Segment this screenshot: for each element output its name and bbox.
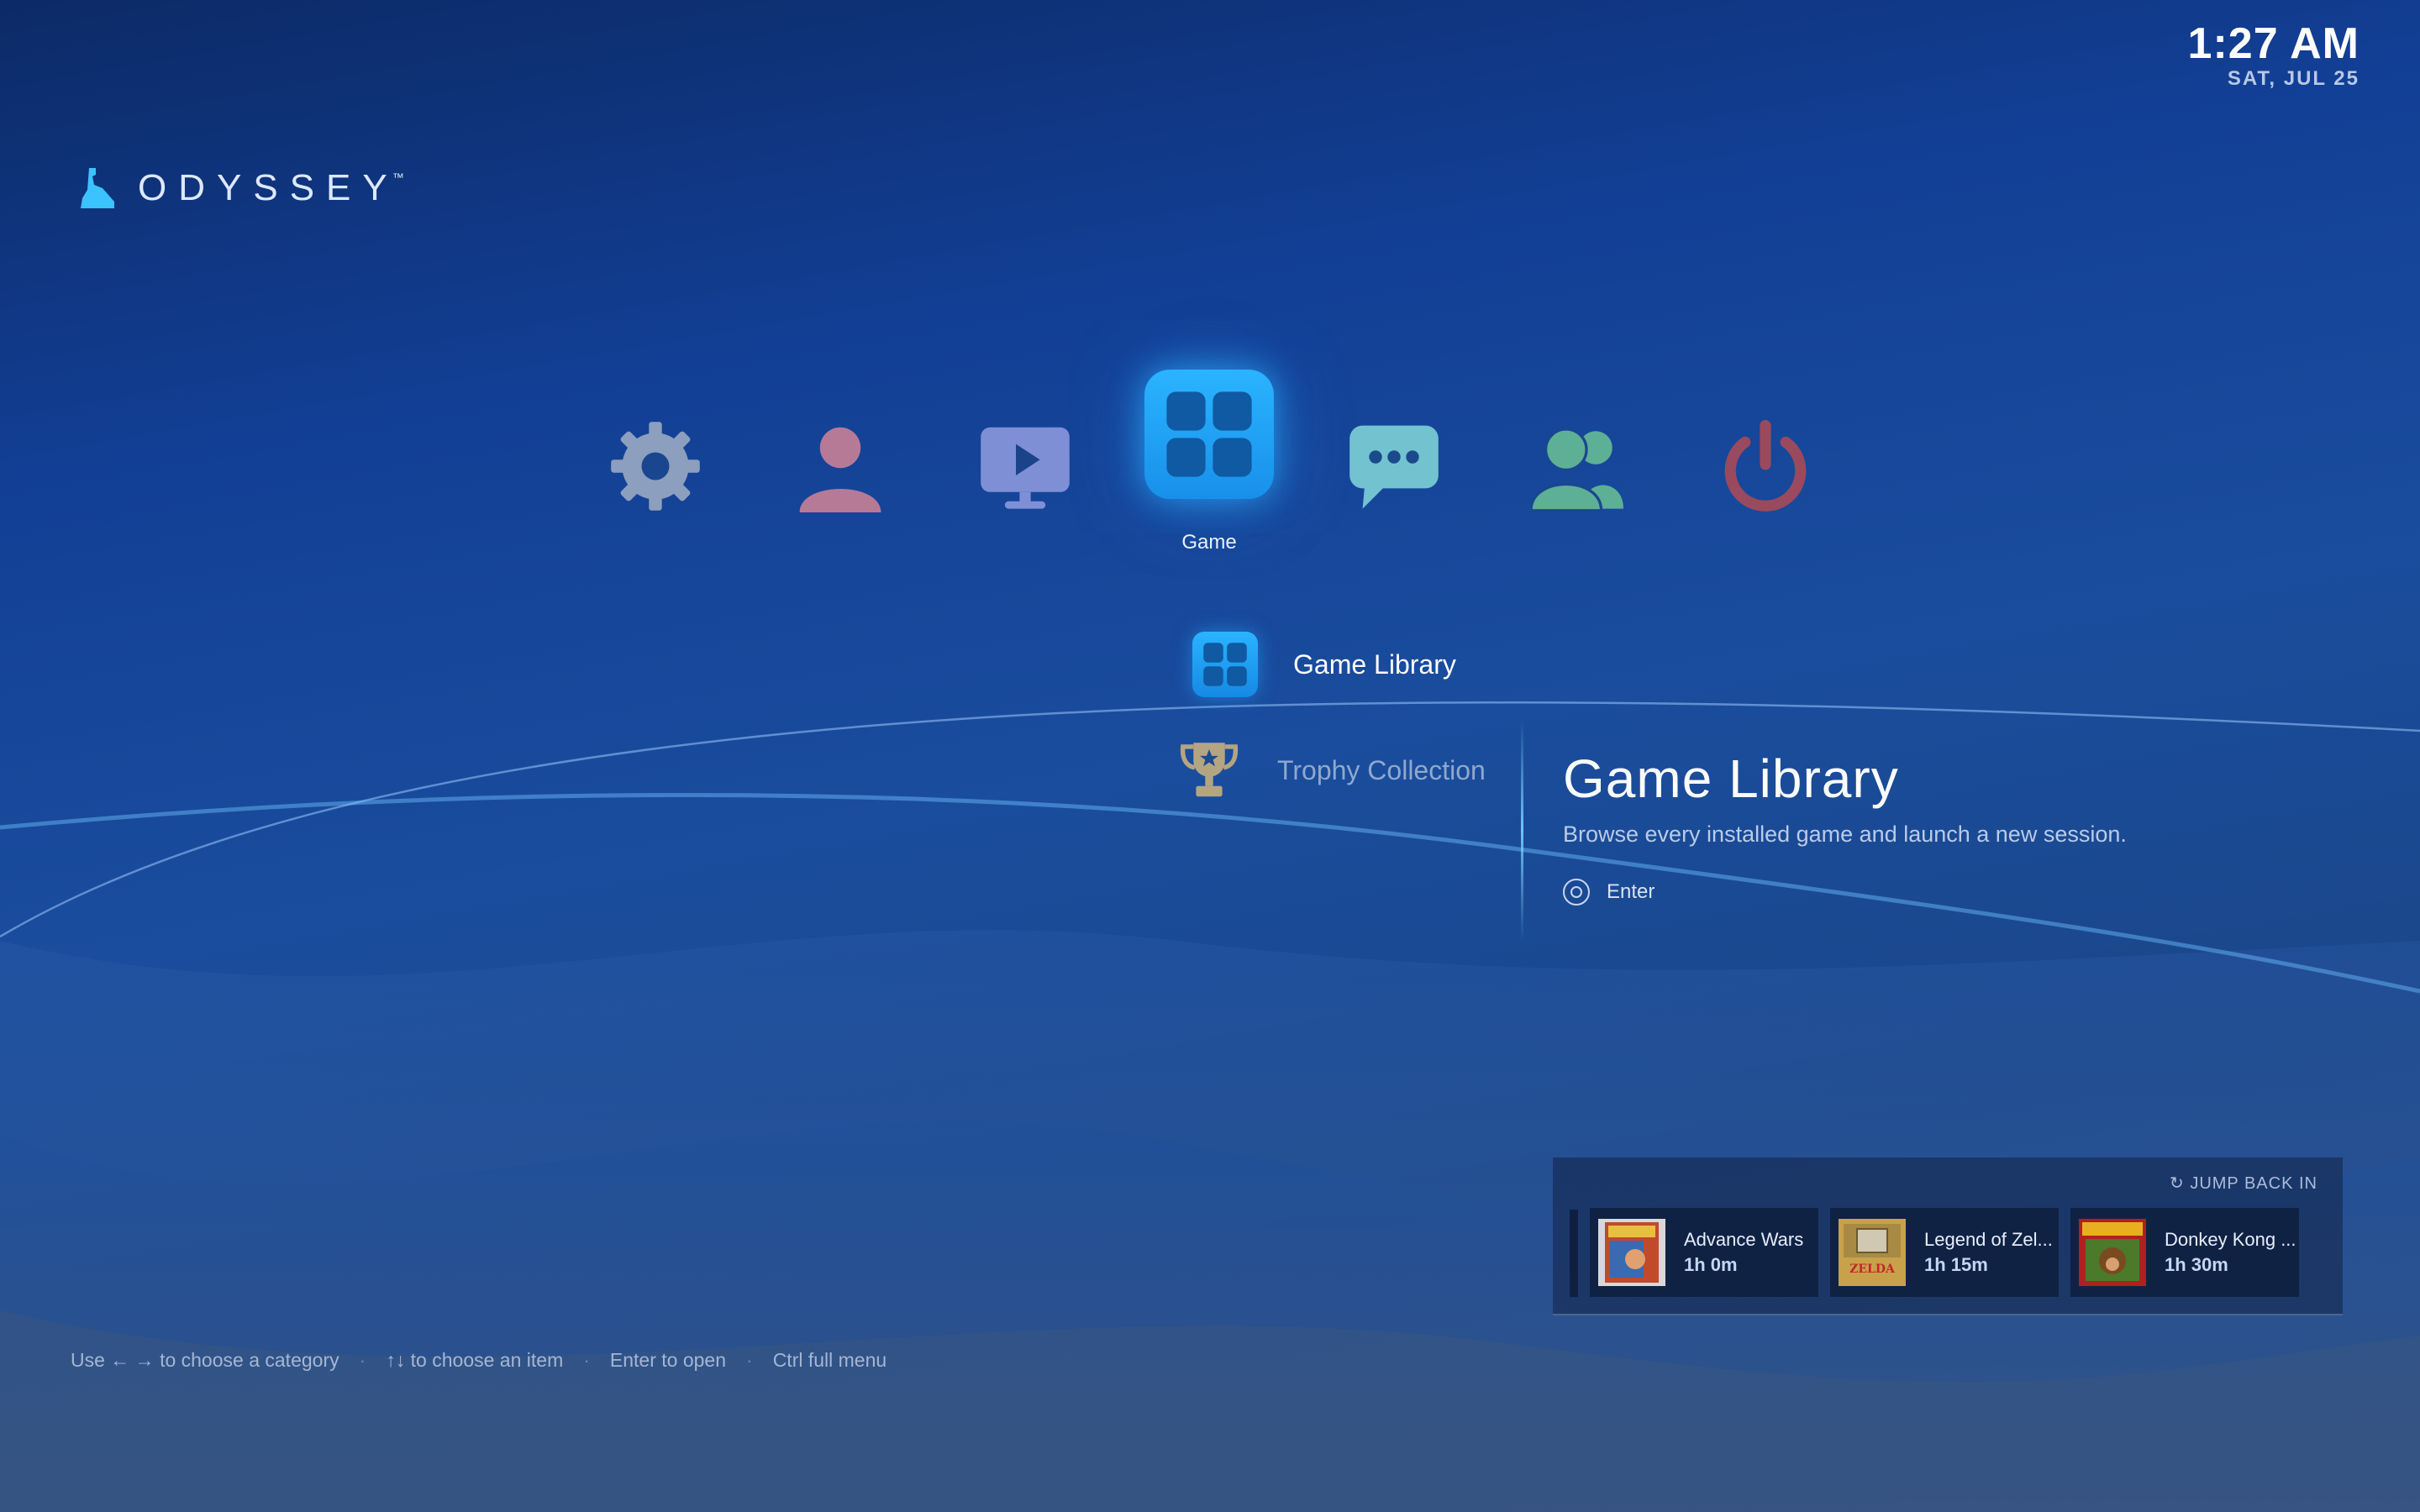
brand-trademark: ™ bbox=[392, 171, 404, 184]
recent-game-card[interactable]: Advance Wars 1h 0m bbox=[1590, 1208, 1818, 1297]
clock: 1:27 AM SAT, JUL 25 bbox=[2188, 18, 2360, 91]
clock-date: SAT, JUL 25 bbox=[2227, 67, 2360, 90]
jump-back-in-panel: ↻ JUMP BACK IN Advance Wars 1h 0m ZELDA … bbox=[1553, 1158, 2343, 1315]
recent-game-playtime: 1h 15m bbox=[1924, 1254, 1988, 1275]
monitor-play-icon bbox=[981, 427, 1070, 509]
enter-button[interactable]: Enter bbox=[1563, 879, 1655, 906]
detail-divider bbox=[1521, 721, 1523, 941]
hint-menu: Ctrl full menu bbox=[772, 1349, 887, 1371]
hint-separator: · bbox=[583, 1349, 590, 1371]
recent-game-card[interactable]: ZELDA Legend of Zel... 1h 15m bbox=[1830, 1208, 2059, 1297]
detail-title: Game Library bbox=[1563, 748, 1899, 809]
hint-open: Enter to open bbox=[609, 1349, 727, 1371]
jump-back-in-header: ↻ JUMP BACK IN bbox=[2170, 1174, 2317, 1193]
controls-hint-bar: Use ← → to choose a category · ↑↓ to cho… bbox=[71, 1349, 886, 1372]
user-icon bbox=[799, 427, 881, 512]
menu-item-trophy-collection[interactable]: Trophy Collection bbox=[1176, 738, 1486, 803]
circle-button-icon bbox=[1563, 879, 1590, 906]
game-cover-donkey-kong bbox=[2079, 1219, 2146, 1286]
recent-game-card[interactable]: Donkey Kong ... 1h 30m bbox=[2070, 1208, 2299, 1297]
clock-time: 1:27 AM bbox=[2187, 19, 2360, 68]
category-video[interactable] bbox=[971, 412, 1080, 521]
enter-label: Enter bbox=[1607, 880, 1655, 903]
brand-name: ODYSSEY bbox=[138, 167, 399, 208]
grid-icon bbox=[1192, 632, 1258, 697]
friends-icon bbox=[1531, 428, 1623, 512]
detail-description: Browse every installed game and launch a… bbox=[1563, 822, 2127, 847]
jump-back-in-scroll-indicator bbox=[1570, 1210, 1578, 1297]
category-chat[interactable] bbox=[1339, 412, 1449, 521]
category-game[interactable] bbox=[1144, 370, 1274, 499]
odyssey-logo-icon bbox=[81, 168, 114, 208]
recent-game-title: Donkey Kong ... bbox=[2165, 1229, 2296, 1250]
category-label: Game bbox=[1181, 531, 1237, 554]
hint-separator: · bbox=[746, 1349, 753, 1371]
menu-item-label: Game Library bbox=[1293, 648, 1456, 680]
grid-icon bbox=[1166, 391, 1252, 477]
hint-separator: · bbox=[359, 1349, 366, 1371]
menu-item-game-library[interactable]: Game Library bbox=[1192, 632, 1456, 697]
power-icon bbox=[1724, 420, 1807, 512]
recent-game-playtime: 1h 30m bbox=[2165, 1254, 2228, 1275]
svg-text:ZELDA: ZELDA bbox=[1849, 1263, 1896, 1276]
category-friends[interactable] bbox=[1523, 412, 1632, 521]
recent-game-playtime: 1h 0m bbox=[1684, 1254, 1738, 1275]
trophy-icon bbox=[1176, 738, 1242, 803]
hint-category: Use ← → to choose a category bbox=[71, 1349, 339, 1371]
recent-game-title: Legend of Zel... bbox=[1924, 1229, 2053, 1250]
gear-icon bbox=[611, 422, 700, 511]
category-settings[interactable] bbox=[601, 412, 710, 521]
hint-item: ↑↓ to choose an item bbox=[386, 1349, 564, 1371]
category-users[interactable] bbox=[786, 412, 895, 521]
game-cover-advance-wars bbox=[1598, 1219, 1665, 1286]
menu-item-label: Trophy Collection bbox=[1277, 754, 1486, 785]
category-power[interactable] bbox=[1711, 412, 1820, 521]
brand-logo: ODYSSEY ™ bbox=[77, 165, 404, 212]
recent-game-title: Advance Wars bbox=[1684, 1229, 1804, 1250]
chat-icon bbox=[1349, 425, 1439, 509]
game-cover-zelda: ZELDA bbox=[1839, 1219, 1906, 1286]
